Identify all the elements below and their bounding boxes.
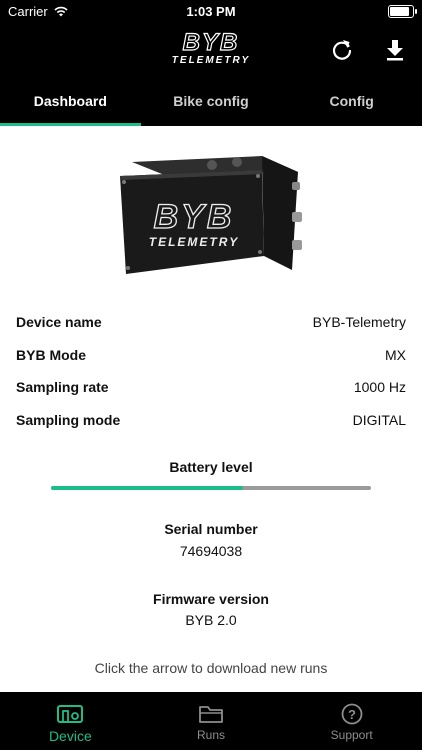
info-row-sampling-mode: Sampling mode DIGITAL — [16, 404, 406, 437]
bottom-nav: Device Runs ? Support — [0, 692, 422, 750]
info-label: BYB Mode — [16, 346, 86, 363]
nav-support-label: Support — [330, 728, 373, 742]
info-label: Sampling mode — [16, 411, 121, 428]
device-info-list: Device name BYB-Telemetry BYB Mode MX Sa… — [16, 306, 406, 436]
logo-brand: BYB — [182, 29, 240, 56]
info-row-sampling-rate: Sampling rate 1000 Hz — [16, 371, 406, 404]
nav-runs-label: Runs — [197, 728, 226, 742]
download-icon[interactable] — [382, 37, 408, 63]
status-bar: Carrier 1:03 PM — [0, 0, 422, 22]
tab-config[interactable]: Config — [281, 78, 422, 126]
device-brand-text: BYB — [154, 198, 235, 236]
app-header: BYB TELEMETRY — [0, 22, 422, 78]
tab-dashboard[interactable]: Dashboard — [0, 78, 141, 126]
serial-label: Serial number — [164, 521, 258, 537]
info-label: Sampling rate — [16, 379, 109, 396]
info-label: Device name — [16, 314, 102, 331]
device-icon — [57, 705, 84, 723]
info-value: BYB-Telemetry — [312, 314, 406, 331]
tab-bar: Dashboard Bike config Config — [0, 78, 422, 126]
svg-text:?: ? — [348, 707, 356, 722]
firmware-value: BYB 2.0 — [185, 612, 237, 628]
nav-device[interactable]: Device — [0, 692, 141, 750]
device-sub-text: TELEMETRY — [149, 235, 239, 249]
logo-subtitle: TELEMETRY — [171, 55, 251, 66]
battery-level-bar — [51, 486, 371, 490]
info-row-device-name: Device name BYB-Telemetry — [16, 306, 406, 339]
serial-value: 74694038 — [179, 543, 243, 559]
battery-icon — [388, 5, 417, 18]
tab-dashboard-label: Dashboard — [33, 93, 107, 109]
tab-config-label: Config — [329, 93, 374, 109]
tab-bike-config[interactable]: Bike config — [141, 78, 282, 126]
refresh-icon[interactable] — [329, 37, 355, 63]
app-logo: BYB TELEMETRY — [0, 29, 422, 67]
nav-device-label: Device — [48, 728, 92, 744]
firmware-label: Firmware version — [153, 591, 269, 607]
help-icon: ? — [341, 703, 363, 725]
info-value: 1000 Hz — [353, 379, 406, 396]
info-value: DIGITAL — [352, 411, 406, 428]
nav-runs[interactable]: Runs — [141, 692, 282, 750]
download-hint: Click the arrow to download new runs — [94, 660, 328, 676]
folder-icon — [199, 706, 223, 723]
clock: 1:03 PM — [186, 4, 236, 19]
battery-label: Battery level — [169, 459, 253, 475]
info-value: MX — [385, 346, 406, 363]
tab-bike-config-label: Bike config — [173, 93, 249, 109]
nav-support[interactable]: ? Support — [281, 692, 422, 750]
battery-level-fill — [51, 486, 243, 490]
info-row-mode: BYB Mode MX — [16, 339, 406, 372]
device-image: BYB TELEMETRY — [120, 156, 302, 274]
active-tab-indicator — [0, 123, 141, 126]
